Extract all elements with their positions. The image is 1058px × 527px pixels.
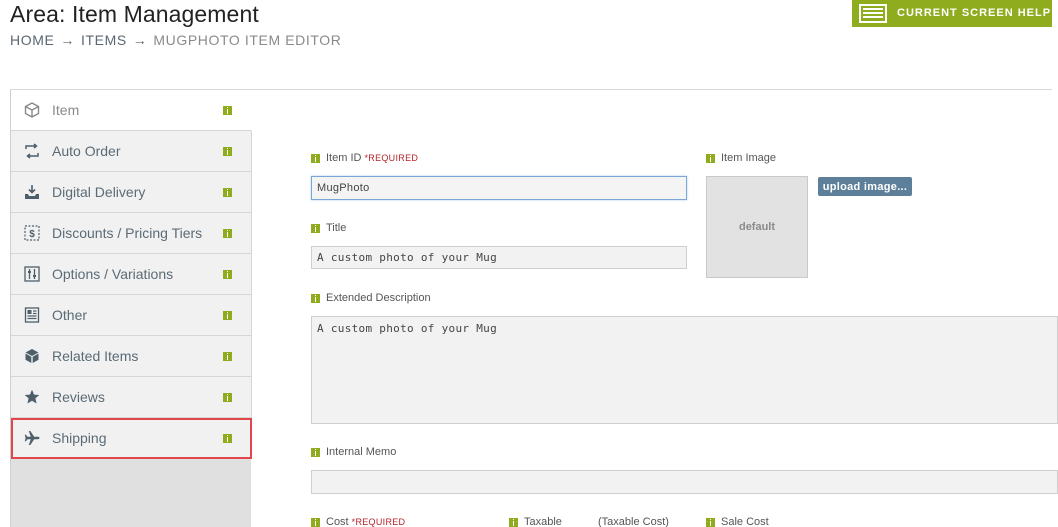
breadcrumb-separator: →	[60, 32, 76, 48]
cubes-icon	[23, 347, 41, 365]
required-marker: REQUIRED	[364, 153, 418, 163]
sidebar-item-auto-order[interactable]: Auto Order	[11, 131, 252, 172]
info-icon[interactable]	[311, 223, 320, 233]
cost-label: Cost REQUIRED	[311, 516, 405, 527]
item-image-label: Item Image	[706, 152, 776, 164]
extended-description-textarea[interactable]: A custom photo of your Mug	[311, 316, 1058, 424]
breadcrumb-items[interactable]: ITEMS	[81, 32, 127, 48]
image-placeholder-text: default	[738, 221, 776, 233]
title-input[interactable]	[311, 246, 687, 269]
info-icon[interactable]	[223, 351, 232, 361]
page: Area: Item Management HOME → ITEMS → MUGPHOT…	[0, 0, 1058, 527]
sidebar-item-label: Shipping	[52, 430, 107, 446]
internal-memo-input[interactable]	[311, 470, 1058, 494]
sliders-icon	[23, 265, 41, 283]
document-icon	[23, 306, 41, 324]
sidebar-item-related-items[interactable]: Related Items	[11, 336, 252, 377]
info-icon[interactable]	[706, 153, 715, 163]
taxable-cost-label: (Taxable Cost)	[598, 516, 669, 527]
sale-cost-label-text: Sale Cost	[721, 516, 769, 527]
cube-icon	[23, 101, 41, 119]
sidebar-item-label: Other	[52, 307, 88, 323]
info-icon[interactable]	[223, 433, 232, 443]
help-button-label: CURRENT SCREEN HELP	[897, 7, 1052, 19]
sale-cost-label: Sale Cost	[706, 516, 769, 527]
sidebar-item-label: Options / Variations	[52, 266, 174, 282]
info-icon[interactable]	[311, 153, 320, 163]
cost-label-text: Cost	[326, 516, 349, 527]
page-title: Area: Item Management	[10, 1, 259, 27]
taxable-label: Taxable	[509, 516, 562, 527]
info-icon[interactable]	[311, 293, 320, 303]
info-icon[interactable]	[223, 187, 232, 197]
info-icon[interactable]	[223, 228, 232, 238]
item-id-input[interactable]	[311, 176, 687, 200]
sidebar-item-label: Auto Order	[52, 143, 121, 159]
sidebar-item-shipping[interactable]: Shipping	[11, 418, 252, 459]
internal-memo-label: Internal Memo	[311, 446, 396, 458]
breadcrumb: HOME → ITEMS → MUGPHOTO ITEM EDITOR	[10, 32, 341, 48]
dollar-icon: $	[23, 224, 41, 242]
sidebar-item-discounts-pricing-tiers[interactable]: $ Discounts / Pricing Tiers	[11, 213, 252, 254]
extended-description-label-text: Extended Description	[326, 292, 431, 304]
info-icon[interactable]	[311, 517, 320, 527]
info-icon[interactable]	[509, 517, 518, 527]
breadcrumb-separator: →	[132, 32, 148, 48]
info-icon[interactable]	[223, 105, 232, 115]
info-icon[interactable]	[223, 146, 232, 156]
breadcrumb-home[interactable]: HOME	[10, 32, 54, 48]
screen-help-icon	[859, 4, 887, 23]
item-image-preview: default	[706, 176, 808, 278]
sidebar-item-reviews[interactable]: Reviews	[11, 377, 252, 418]
upload-image-button[interactable]: upload image...	[818, 177, 912, 196]
sidebar-item-label: Digital Delivery	[52, 184, 146, 200]
sidebar-item-label: Discounts / Pricing Tiers	[52, 225, 203, 241]
sidebar: Item Auto Order Digital Delivery $ Disco…	[10, 90, 252, 527]
info-icon[interactable]	[311, 447, 320, 457]
download-tray-icon	[23, 183, 41, 201]
current-screen-help-button[interactable]: CURRENT SCREEN HELP	[852, 0, 1052, 27]
sidebar-item-label: Item	[52, 102, 80, 118]
airplane-icon	[23, 429, 41, 447]
sidebar-item-other[interactable]: Other	[11, 295, 252, 336]
title-label: Title	[311, 222, 346, 234]
sidebar-item-options-variations[interactable]: Options / Variations	[11, 254, 252, 295]
item-image-label-text: Item Image	[721, 152, 777, 164]
repeat-icon	[23, 142, 41, 160]
item-id-label-text: Item ID	[326, 152, 362, 164]
svg-text:$: $	[29, 229, 35, 240]
breadcrumb-current: MUGPHOTO ITEM EDITOR	[153, 32, 342, 48]
info-icon[interactable]	[223, 392, 232, 402]
sidebar-item-item[interactable]: Item	[11, 90, 252, 131]
star-icon	[23, 388, 41, 406]
info-icon[interactable]	[223, 269, 232, 279]
required-marker: REQUIRED	[352, 517, 406, 527]
info-icon[interactable]	[706, 517, 715, 527]
sidebar-item-label: Related Items	[52, 348, 139, 364]
item-id-label: Item ID REQUIRED	[311, 152, 418, 164]
taxable-label-text: Taxable	[524, 516, 562, 527]
title-label-text: Title	[326, 222, 347, 234]
info-icon[interactable]	[223, 310, 232, 320]
extended-description-label: Extended Description	[311, 292, 431, 304]
sidebar-item-label: Reviews	[52, 389, 105, 405]
sidebar-item-digital-delivery[interactable]: Digital Delivery	[11, 172, 252, 213]
internal-memo-label-text: Internal Memo	[326, 446, 397, 458]
